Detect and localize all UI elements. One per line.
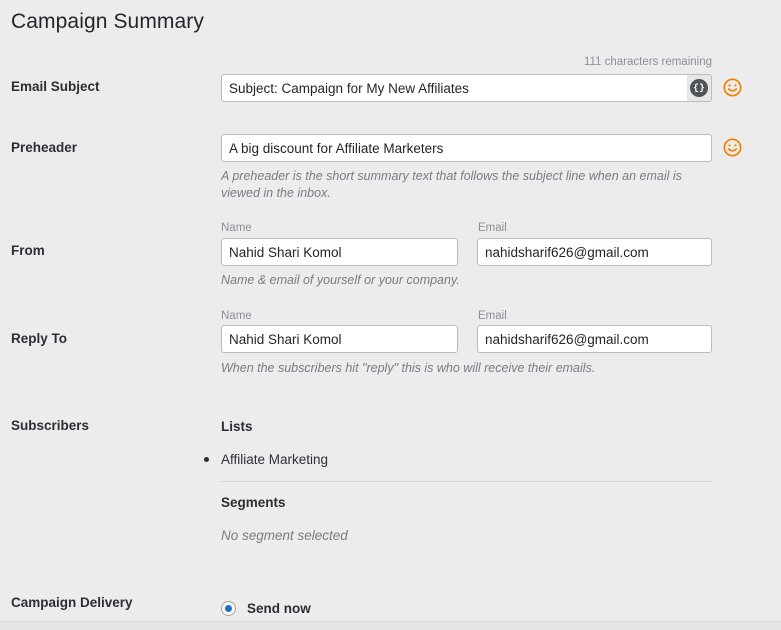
radio-selected-dot (225, 605, 232, 612)
reply-to-name-input[interactable] (221, 325, 458, 353)
subscribers-divider (221, 481, 712, 482)
send-now-radio-button[interactable] (221, 601, 236, 616)
reply-to-email-sublabel: Email (478, 310, 507, 322)
from-email-sublabel: Email (478, 222, 507, 234)
from-name-sublabel: Name (221, 222, 252, 234)
subscribers-label: Subscribers (11, 418, 90, 433)
from-help-text: Name & email of yourself or your company… (221, 273, 460, 287)
reply-to-email-input[interactable] (477, 325, 712, 353)
reply-to-help-text: When the subscribers hit "reply" this is… (221, 361, 596, 375)
reply-to-name-sublabel: Name (221, 310, 252, 322)
segments-empty-message: No segment selected (221, 528, 348, 543)
campaign-delivery-row: Campaign Delivery Send now (0, 0, 781, 616)
send-now-radio-option[interactable]: Send now (221, 601, 311, 616)
from-name-input[interactable] (221, 238, 458, 266)
campaign-summary-page: Campaign Summary Email Subject 111 chara… (0, 0, 781, 630)
from-label: From (11, 243, 45, 258)
list-item: Affiliate Marketing (221, 452, 329, 467)
list-bullet-icon (204, 457, 209, 462)
preheader-help-text: A preheader is the short summary text th… (221, 169, 682, 200)
lists-heading: Lists (221, 419, 253, 434)
from-email-input[interactable] (477, 238, 712, 266)
segments-heading: Segments (221, 495, 286, 510)
footer-strip (0, 621, 781, 630)
send-now-radio-label[interactable]: Send now (247, 601, 311, 616)
campaign-delivery-label: Campaign Delivery (11, 595, 133, 610)
reply-to-label: Reply To (11, 331, 68, 346)
